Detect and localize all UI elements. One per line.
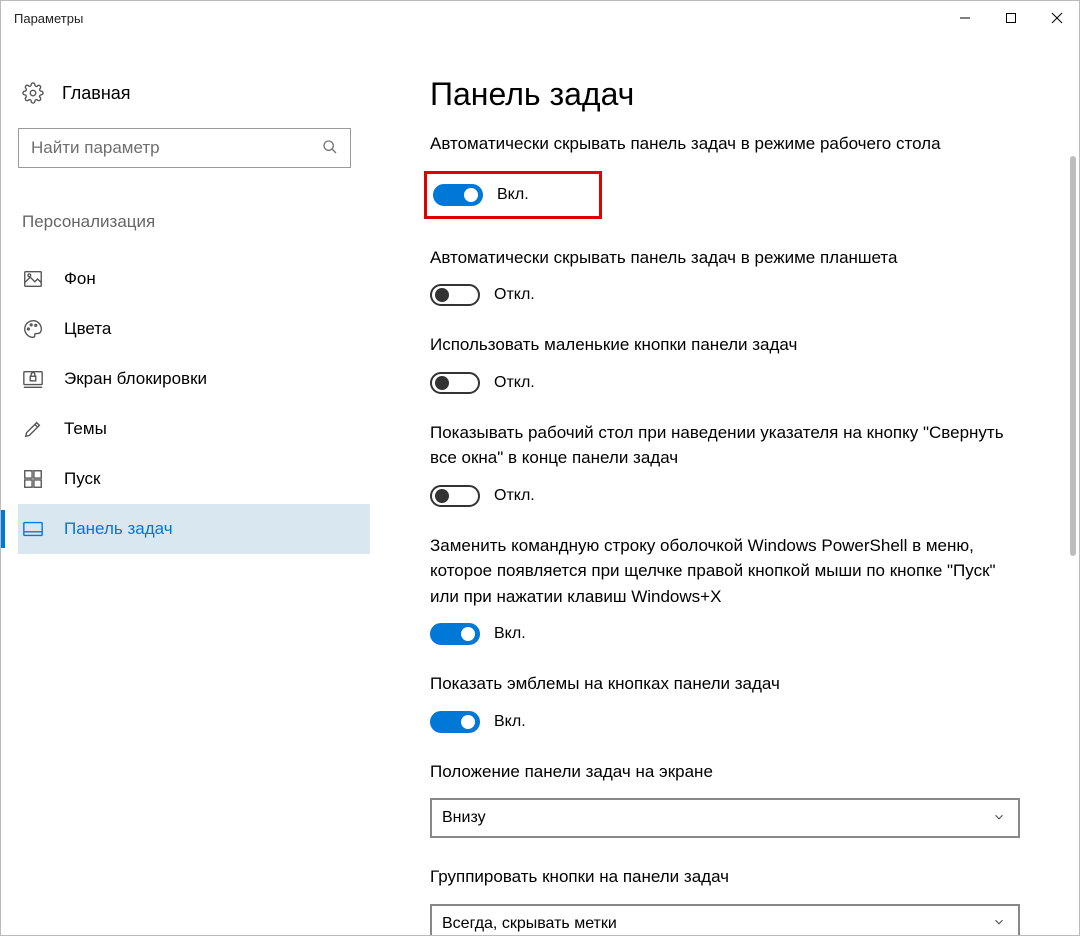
window-title: Параметры — [14, 11, 83, 26]
search-input[interactable] — [31, 138, 311, 158]
toggle-state: Вкл. — [494, 625, 526, 643]
palette-icon — [22, 318, 44, 340]
sidebar: Главная Персонализация Фон Цвета Э — [0, 36, 380, 936]
toggle-small-buttons[interactable] — [430, 372, 480, 394]
toggle-state: Вкл. — [494, 713, 526, 731]
sidebar-item-themes[interactable]: Темы — [18, 404, 370, 454]
close-button[interactable] — [1034, 0, 1080, 36]
sidebar-item-colors[interactable]: Цвета — [18, 304, 370, 354]
sidebar-item-background[interactable]: Фон — [18, 254, 370, 304]
maximize-button[interactable] — [988, 0, 1034, 36]
nav-label: Фон — [64, 269, 96, 289]
content: Панель задач Автоматически скрывать пане… — [380, 36, 1080, 936]
gear-icon — [22, 82, 44, 104]
setting-show-desktop: Показывать рабочий стол при наведении ук… — [430, 420, 1020, 507]
sidebar-item-lockscreen[interactable]: Экран блокировки — [18, 354, 370, 404]
toggle-state: Откл. — [494, 374, 535, 392]
setting-label: Показать эмблемы на кнопках панели задач — [430, 671, 1010, 697]
section-label: Персонализация — [18, 212, 380, 232]
chevron-down-icon — [992, 810, 1006, 827]
setting-label: Использовать маленькие кнопки панели зад… — [430, 332, 1010, 358]
minimize-button[interactable] — [942, 0, 988, 36]
setting-autohide-tablet: Автоматически скрывать панель задач в ре… — [430, 245, 1020, 307]
taskbar-icon — [22, 518, 44, 540]
nav-label: Экран блокировки — [64, 369, 207, 389]
setting-label: Автоматически скрывать панель задач в ре… — [430, 131, 1010, 157]
home-label: Главная — [62, 83, 131, 104]
setting-position: Положение панели задач на экране Внизу — [430, 759, 1020, 839]
nav-label: Панель задач — [64, 519, 173, 539]
select-value: Всегда, скрывать метки — [442, 915, 617, 933]
setting-autohide-desktop: Автоматически скрывать панель задач в ре… — [430, 131, 1020, 219]
nav-label: Пуск — [64, 469, 100, 489]
setting-combine: Группировать кнопки на панели задач Всег… — [430, 864, 1020, 936]
setting-label: Положение панели задач на экране — [430, 759, 1010, 785]
setting-small-buttons: Использовать маленькие кнопки панели зад… — [430, 332, 1020, 394]
select-value: Внизу — [442, 809, 486, 827]
window-controls — [942, 0, 1080, 36]
lockscreen-icon — [22, 368, 44, 390]
search-icon — [322, 139, 338, 158]
grid-icon — [22, 468, 44, 490]
combine-select[interactable]: Всегда, скрывать метки — [430, 904, 1020, 936]
nav-label: Цвета — [64, 319, 111, 339]
home-link[interactable]: Главная — [18, 76, 380, 110]
position-select[interactable]: Внизу — [430, 798, 1020, 838]
setting-label: Автоматически скрывать панель задач в ре… — [430, 245, 1010, 271]
setting-powershell: Заменить командную строку оболочкой Wind… — [430, 533, 1020, 646]
chevron-down-icon — [992, 915, 1006, 932]
setting-badges: Показать эмблемы на кнопках панели задач… — [430, 671, 1020, 733]
setting-label: Группировать кнопки на панели задач — [430, 864, 1010, 890]
page-title: Панель задач — [430, 76, 1020, 113]
toggle-state: Откл. — [494, 286, 535, 304]
setting-label: Показывать рабочий стол при наведении ук… — [430, 420, 1010, 471]
toggle-powershell[interactable] — [430, 623, 480, 645]
titlebar: Параметры — [0, 0, 1080, 36]
paint-icon — [22, 418, 44, 440]
toggle-autohide-desktop[interactable] — [433, 184, 483, 206]
sidebar-item-taskbar[interactable]: Панель задач — [18, 504, 370, 554]
search-box[interactable] — [18, 128, 351, 168]
image-icon — [22, 268, 44, 290]
setting-label: Заменить командную строку оболочкой Wind… — [430, 533, 1010, 610]
toggle-show-desktop[interactable] — [430, 485, 480, 507]
scrollbar[interactable] — [1070, 156, 1076, 556]
sidebar-item-start[interactable]: Пуск — [18, 454, 370, 504]
highlighted-region: Вкл. — [424, 171, 602, 219]
toggle-state: Откл. — [494, 487, 535, 505]
toggle-badges[interactable] — [430, 711, 480, 733]
toggle-autohide-tablet[interactable] — [430, 284, 480, 306]
nav-label: Темы — [64, 419, 107, 439]
toggle-state: Вкл. — [497, 186, 529, 204]
